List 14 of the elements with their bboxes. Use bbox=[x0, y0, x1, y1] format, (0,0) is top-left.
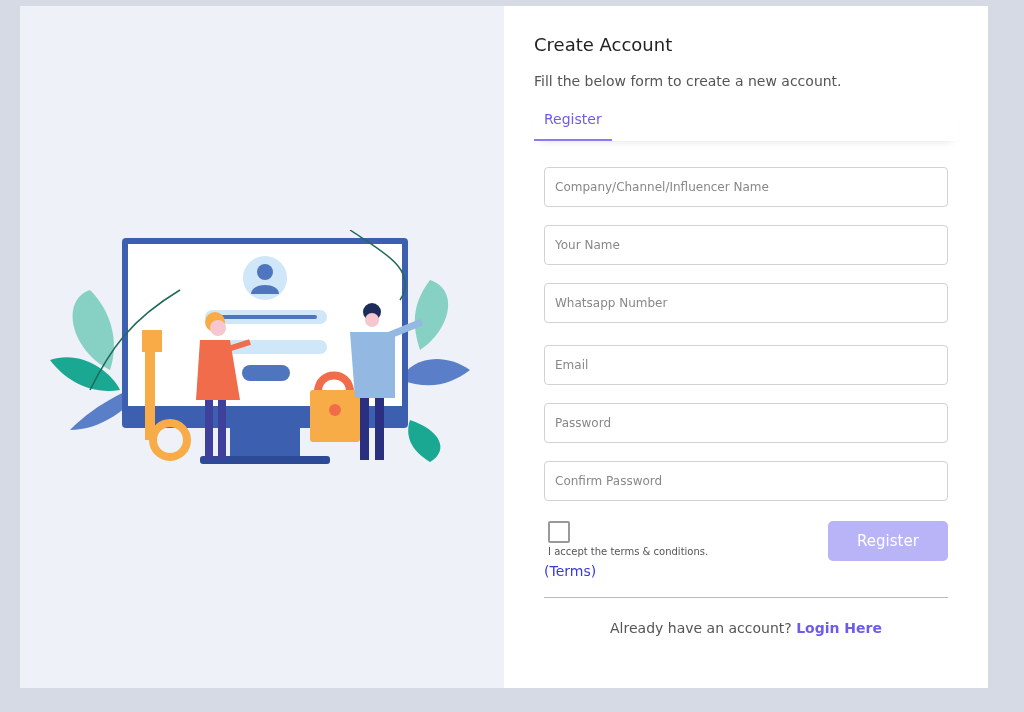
input-field[interactable]: Your Name bbox=[544, 225, 948, 265]
terms-link[interactable]: (Terms) bbox=[544, 563, 597, 579]
form-title: Create Account bbox=[534, 34, 674, 55]
input-field[interactable]: Company/Channel/Influencer Name bbox=[544, 167, 948, 207]
login-link[interactable]: Login Here bbox=[796, 620, 882, 636]
terms-checkbox[interactable] bbox=[548, 521, 570, 543]
login-prompt: Already have an account? bbox=[610, 620, 792, 636]
register-tab[interactable]: Register bbox=[534, 105, 612, 141]
form-subtitle: Fill the below form to create a new account. bbox=[534, 73, 843, 89]
terms-label: I accept the terms & conditions. bbox=[548, 546, 709, 557]
input-field[interactable]: Password bbox=[544, 403, 948, 443]
input-field[interactable]: Confirm Password bbox=[544, 461, 948, 501]
input-field[interactable]: Whatsapp Number bbox=[544, 283, 948, 323]
input-field[interactable]: Email bbox=[544, 345, 948, 385]
